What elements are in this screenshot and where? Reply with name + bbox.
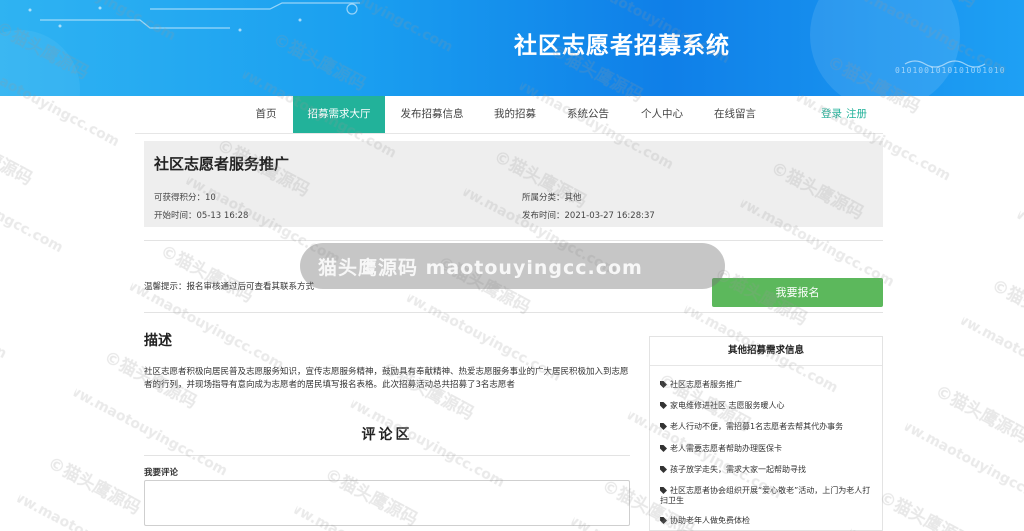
sidebar-item-label: 社区志愿者服务推广 bbox=[670, 380, 742, 389]
tag-icon bbox=[660, 517, 667, 524]
start-time-label: 开始时间： bbox=[154, 211, 197, 221]
sidebar-item[interactable]: 孩子放学走失，需求大家一起帮助寻找 bbox=[660, 465, 875, 475]
tag-icon bbox=[660, 423, 667, 430]
category-label: 所属分类： bbox=[522, 193, 565, 203]
points-row: 可获得积分：10 bbox=[154, 191, 216, 203]
sidebar-item[interactable]: 家电维修进社区 志愿服务暖人心 bbox=[660, 401, 875, 411]
comment-section-heading: 评论区 bbox=[361, 427, 413, 443]
sidebar-item[interactable]: 社区志愿者服务推广 bbox=[660, 380, 875, 390]
category-row: 所属分类：其他 bbox=[522, 191, 582, 203]
watermark-center-text: 猫头鹰源码 maotouyingcc.com bbox=[318, 257, 643, 279]
circuit-pattern-icon bbox=[28, 2, 986, 68]
category-value: 其他 bbox=[564, 193, 582, 203]
watermark-center-pill: 猫头鹰源码 maotouyingcc.com bbox=[300, 243, 725, 289]
sidebar-item-label: 老人行动不便，需招募1名志愿者去帮其代办事务 bbox=[670, 422, 844, 431]
sidebar-item-label: 家电维修进社区 志愿服务暖人心 bbox=[670, 401, 785, 410]
tag-icon bbox=[660, 466, 667, 473]
start-time-value: 05-13 16:28 bbox=[196, 211, 249, 221]
binary-code-decoration: 0101001010101001010 bbox=[895, 66, 1006, 75]
recruit-info-panel: 社区志愿者服务推广 可获得积分：10 所属分类：其他 开始时间：05-13 16… bbox=[144, 141, 883, 227]
signup-button[interactable]: 我要报名 bbox=[712, 278, 883, 307]
nav-item-announcements[interactable]: 系统公告 bbox=[562, 96, 614, 133]
points-label: 可获得积分： bbox=[154, 193, 206, 203]
sidebar-item[interactable]: 老人行动不便，需招募1名志愿者去帮其代办事务 bbox=[660, 422, 875, 432]
header-banner: 社区志愿者招募系统 0101001010101001010 bbox=[0, 0, 1024, 96]
sidebar-item-label: 协助老年人做免费体检 bbox=[670, 516, 750, 525]
other-recruit-sidebar: 其他招募需求信息 社区志愿者服务推广 家电维修进社区 志愿服务暖人心 老人行动不… bbox=[649, 336, 883, 531]
sidebar-item-label: 社区志愿者协会组织开展“爱心敬老”活动，上门为老人打扫卫生 bbox=[660, 486, 871, 505]
nav-item-my-recruit[interactable]: 我的招募 bbox=[489, 96, 541, 133]
nav-item-personal-center[interactable]: 个人中心 bbox=[636, 96, 688, 133]
sidebar-item[interactable]: 协助老年人做免费体检 bbox=[660, 516, 875, 526]
site-title: 社区志愿者招募系统 bbox=[514, 33, 730, 59]
main-nav: 首页 招募需求大厅 发布招募信息 我的招募 系统公告 个人中心 在线留言 登录 … bbox=[0, 96, 1024, 133]
register-link[interactable]: 注册 bbox=[846, 96, 867, 133]
divider bbox=[144, 312, 883, 313]
tag-icon bbox=[660, 445, 667, 452]
nav-item-home[interactable]: 首页 bbox=[248, 96, 284, 133]
sidebar-item[interactable]: 社区志愿者协会组织开展“爱心敬老”活动，上门为老人打扫卫生 bbox=[660, 486, 875, 506]
divider bbox=[144, 455, 630, 456]
nav-item-recruit-hall[interactable]: 招募需求大厅 bbox=[293, 96, 385, 133]
comment-input[interactable] bbox=[144, 480, 630, 526]
nav-item-online-message[interactable]: 在线留言 bbox=[709, 96, 761, 133]
sidebar-item[interactable]: 老人需要志愿者帮助办理医保卡 bbox=[660, 444, 875, 454]
points-value: 10 bbox=[205, 193, 216, 203]
nav-divider bbox=[135, 133, 883, 134]
sidebar-title: 其他招募需求信息 bbox=[727, 345, 804, 356]
publish-time-label: 发布时间： bbox=[522, 211, 565, 221]
sidebar-item-label: 孩子放学走失，需求大家一起帮助寻找 bbox=[670, 465, 806, 474]
divider bbox=[144, 240, 883, 241]
nav-item-publish-recruit[interactable]: 发布招募信息 bbox=[398, 96, 466, 133]
sidebar-divider bbox=[650, 365, 882, 366]
my-comment-label: 我要评论 bbox=[144, 468, 179, 478]
tag-icon bbox=[660, 381, 667, 388]
tag-icon bbox=[660, 402, 667, 409]
contact-tip: 温馨提示：报名审核通过后可查看其联系方式 bbox=[144, 282, 315, 292]
recruit-title: 社区志愿者服务推广 bbox=[154, 155, 290, 173]
publish-time-value: 2021-03-27 16:28:37 bbox=[564, 211, 655, 221]
login-link[interactable]: 登录 bbox=[821, 96, 842, 133]
tag-icon bbox=[660, 487, 667, 494]
description-text: 社区志愿者积极向居民普及志愿服务知识，宣传志愿服务精神，鼓励具有奉献精神、热爱志… bbox=[144, 367, 629, 390]
description-heading: 描述 bbox=[144, 333, 172, 349]
start-time-row: 开始时间：05-13 16:28 bbox=[154, 209, 248, 221]
publish-time-row: 发布时间：2021-03-27 16:28:37 bbox=[522, 209, 655, 221]
sidebar-item-label: 老人需要志愿者帮助办理医保卡 bbox=[670, 444, 782, 453]
